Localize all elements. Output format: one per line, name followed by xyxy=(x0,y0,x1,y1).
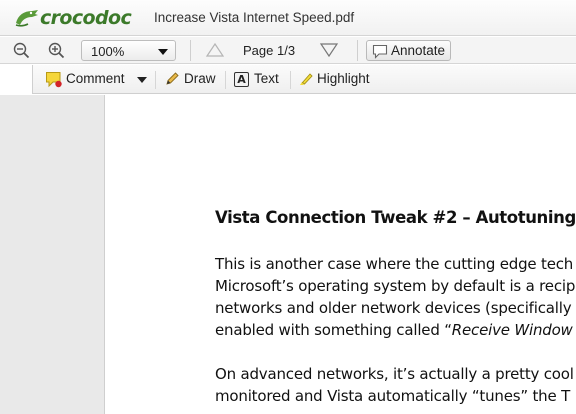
page-indicator: Page 1/3 xyxy=(243,43,296,58)
previous-page-button[interactable] xyxy=(205,42,225,61)
title-bar: crocodoc Increase Vista Internet Speed.p… xyxy=(0,0,576,36)
paragraph-line: This is another case where the cutting e… xyxy=(215,255,574,273)
triangle-down-icon xyxy=(319,43,339,58)
toolbar-divider xyxy=(225,71,226,89)
next-page-button[interactable] xyxy=(319,42,339,61)
italic-text: Receive Window xyxy=(451,321,573,339)
text-run: enabled with something called “ xyxy=(215,321,452,339)
comment-note-icon xyxy=(46,72,62,88)
document-paragraph: On advanced networks, it’s actually a pr… xyxy=(215,363,574,407)
pencil-icon xyxy=(166,72,179,85)
document-title: Increase Vista Internet Speed.pdf xyxy=(154,10,355,25)
document-paragraph: This is another case where the cutting e… xyxy=(215,253,575,341)
paragraph-line: networks and older network devices (spec… xyxy=(215,299,572,317)
chevron-down-icon xyxy=(158,49,168,55)
main-toolbar: 100% Page 1/3 Annotate xyxy=(0,37,576,64)
zoom-level-value: 100% xyxy=(91,44,125,59)
logo-text: crocodoc xyxy=(40,7,132,29)
paragraph-line: Microsoft’s operating system by default … xyxy=(215,277,576,295)
zoom-in-icon[interactable] xyxy=(47,41,67,61)
chevron-down-icon xyxy=(137,77,147,83)
speech-bubble-icon xyxy=(372,44,388,59)
toolbar-divider xyxy=(155,71,156,89)
triangle-up-icon xyxy=(205,42,225,57)
toolbar-divider xyxy=(357,40,358,61)
highlight-tool-button[interactable]: Highlight xyxy=(298,71,376,89)
highlighter-icon xyxy=(300,73,313,85)
document-viewer[interactable]: Vista Connection Tweak #2 – Autotuning T… xyxy=(0,95,576,414)
paragraph-line: monitored and Vista automatically “tunes… xyxy=(215,387,571,405)
zoom-level-select[interactable]: 100% xyxy=(81,40,176,61)
paragraph-line: enabled with something called “Receive W… xyxy=(215,319,575,341)
text-tool-button[interactable]: A Text xyxy=(234,71,284,89)
draw-label: Draw xyxy=(184,71,216,86)
toolbar-divider xyxy=(290,71,291,89)
annotate-button[interactable]: Annotate xyxy=(366,40,451,61)
annotate-label: Annotate xyxy=(391,43,446,58)
document-heading: Vista Connection Tweak #2 – Autotuning xyxy=(215,208,576,227)
annotation-toolbar: Comment Draw A Text Highlight xyxy=(32,65,576,94)
zoom-out-icon[interactable] xyxy=(12,41,32,61)
text-label: Text xyxy=(254,71,279,86)
comment-label: Comment xyxy=(66,71,125,86)
draw-tool-button[interactable]: Draw xyxy=(164,71,220,89)
paragraph-line: On advanced networks, it’s actually a pr… xyxy=(215,365,574,383)
text-box-icon: A xyxy=(234,72,249,87)
document-page[interactable]: Vista Connection Tweak #2 – Autotuning T… xyxy=(104,95,576,414)
highlight-label: Highlight xyxy=(317,71,370,86)
toolbar-divider xyxy=(190,40,191,61)
comment-tool-button[interactable]: Comment xyxy=(45,71,147,89)
